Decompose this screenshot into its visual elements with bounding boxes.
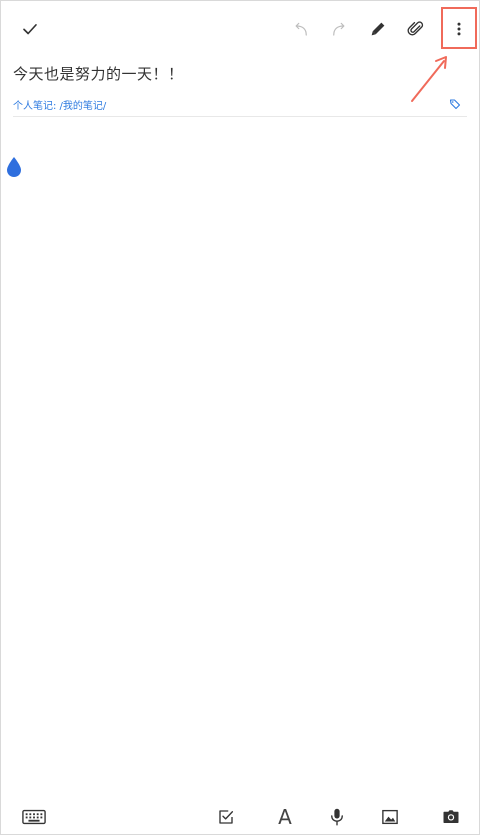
undo-button[interactable] (285, 13, 317, 45)
mic-icon (331, 808, 343, 826)
checkbox-icon (219, 810, 234, 824)
tag-icon[interactable] (449, 98, 461, 110)
keyboard-button[interactable] (21, 803, 47, 831)
done-button[interactable] (14, 13, 46, 45)
image-icon (382, 809, 398, 825)
voice-input-button[interactable] (323, 803, 351, 831)
bottom-toolbar: A (1, 797, 479, 834)
camera-icon (443, 810, 459, 823)
text-format-icon: A (278, 805, 292, 829)
insert-image-button[interactable] (376, 803, 404, 831)
attach-button[interactable] (400, 13, 432, 45)
text-cursor-handle-icon[interactable] (5, 156, 23, 178)
done-check-icon (23, 24, 37, 35)
camera-button[interactable] (437, 803, 465, 831)
pen-button[interactable] (362, 13, 394, 45)
pen-icon (371, 22, 385, 36)
note-body-editor[interactable] (1, 117, 479, 787)
undo-icon (295, 22, 307, 36)
redo-button[interactable] (323, 13, 355, 45)
redo-icon (333, 22, 345, 36)
note-title[interactable]: 今天也是努力的一天！！ (13, 63, 184, 84)
top-toolbar (1, 1, 479, 57)
more-options-button[interactable] (443, 13, 475, 45)
notebook-path-link[interactable]: 个人笔记: /我的笔记/ (13, 97, 106, 112)
text-format-button[interactable]: A (271, 803, 299, 831)
paperclip-icon (407, 21, 424, 36)
keyboard-icon (22, 809, 46, 825)
note-editor-screen: 今天也是努力的一天！！ 个人笔记: /我的笔记/ A (0, 0, 480, 835)
checkbox-button[interactable] (212, 803, 240, 831)
more-vert-icon (457, 22, 461, 36)
